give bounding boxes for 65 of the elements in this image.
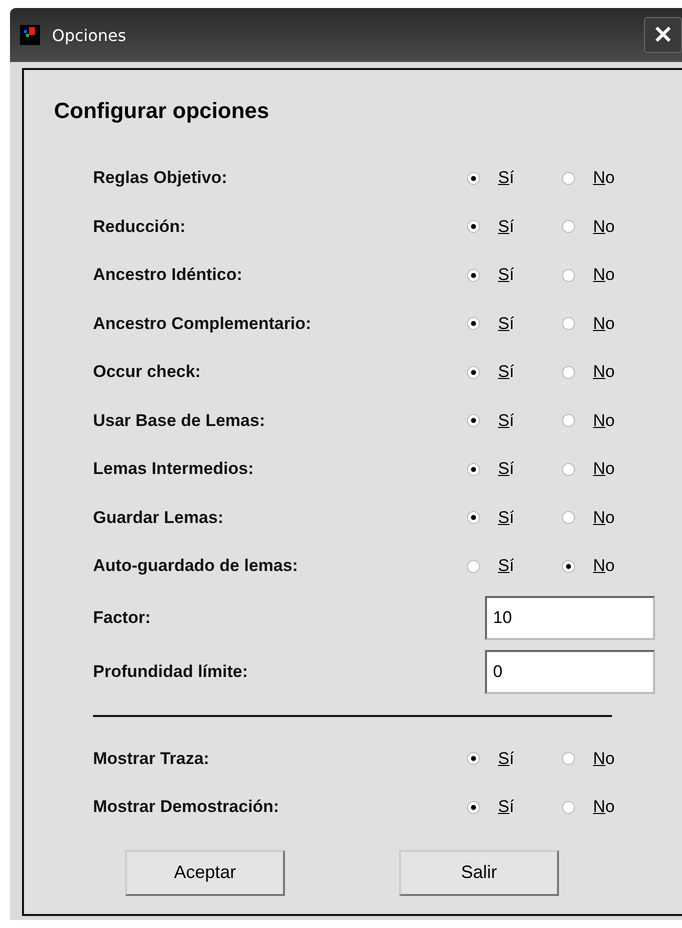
radio-button[interactable]	[562, 511, 575, 524]
radio-label[interactable]: No	[593, 168, 615, 188]
radio-button[interactable]	[467, 268, 480, 282]
radio-button[interactable]	[467, 220, 480, 234]
radio-button[interactable]	[467, 462, 480, 476]
radio-label[interactable]: Sí	[498, 556, 514, 576]
radio-label[interactable]: Sí	[498, 508, 514, 528]
radio-button[interactable]	[467, 414, 480, 428]
radio-label[interactable]: Sí	[498, 265, 514, 286]
radio-label[interactable]: Sí	[498, 748, 514, 769]
dialog-button[interactable]: Salir	[399, 850, 559, 896]
option-label: Ancestro Complementario:	[93, 314, 312, 334]
radio-button[interactable]	[562, 172, 575, 185]
radio-label[interactable]: Sí	[498, 168, 514, 188]
radio-button[interactable]	[467, 366, 480, 379]
app-icon	[20, 25, 40, 45]
radio-button[interactable]	[562, 317, 575, 330]
radio-button[interactable]	[467, 800, 480, 814]
radio-button[interactable]	[562, 800, 575, 814]
option-label: Occur check:	[93, 362, 201, 382]
input-field[interactable]: 0	[485, 650, 655, 694]
radio-label[interactable]: Sí	[498, 362, 514, 382]
radio-button[interactable]	[467, 317, 480, 330]
option-label: Mostrar Traza:	[93, 748, 210, 769]
radio-label[interactable]: No	[593, 410, 615, 431]
radio-label[interactable]: No	[593, 797, 615, 818]
option-label: Guardar Lemas:	[93, 508, 224, 528]
radio-button[interactable]	[562, 414, 575, 428]
option-label: Auto-guardado de lemas:	[93, 556, 298, 576]
field-label: Profundidad límite:	[93, 662, 248, 682]
radio-label[interactable]: No	[593, 265, 615, 286]
option-label: Reglas Objetivo:	[93, 168, 228, 188]
radio-button[interactable]	[562, 268, 575, 282]
radio-button[interactable]	[467, 511, 480, 524]
radio-button[interactable]	[562, 560, 575, 573]
radio-label[interactable]: No	[593, 508, 615, 528]
radio-button[interactable]	[467, 172, 480, 185]
input-field[interactable]: 10	[485, 596, 655, 640]
radio-label[interactable]: No	[593, 748, 615, 769]
radio-label[interactable]: Sí	[498, 410, 514, 431]
option-label: Usar Base de Lemas:	[93, 410, 265, 431]
radio-label[interactable]: Sí	[498, 797, 514, 818]
dialog-button[interactable]: Aceptar	[125, 850, 285, 896]
radio-button[interactable]	[467, 752, 480, 766]
option-label: Lemas Intermedios:	[93, 459, 254, 480]
radio-label[interactable]: No	[593, 216, 615, 237]
radio-label[interactable]: Sí	[498, 216, 514, 237]
radio-button[interactable]	[562, 366, 575, 379]
radio-label[interactable]: No	[593, 362, 615, 382]
radio-button[interactable]	[562, 462, 575, 476]
field-label: Factor:	[93, 608, 151, 628]
radio-button[interactable]	[467, 560, 480, 573]
radio-button[interactable]	[562, 752, 575, 766]
close-button[interactable]: ✕	[644, 17, 682, 53]
radio-label[interactable]: No	[593, 556, 615, 576]
option-label: Reducción:	[93, 216, 186, 237]
dialog-heading: Configurar opciones	[54, 98, 270, 125]
option-label: Ancestro Idéntico:	[93, 265, 242, 286]
radio-label[interactable]: No	[593, 459, 615, 480]
radio-label[interactable]: Sí	[498, 459, 514, 480]
option-label: Mostrar Demostración:	[93, 797, 280, 818]
radio-button[interactable]	[562, 220, 575, 234]
radio-label[interactable]: Sí	[498, 314, 514, 334]
radio-label[interactable]: No	[593, 314, 615, 334]
window-title: Opciones	[52, 26, 128, 44]
